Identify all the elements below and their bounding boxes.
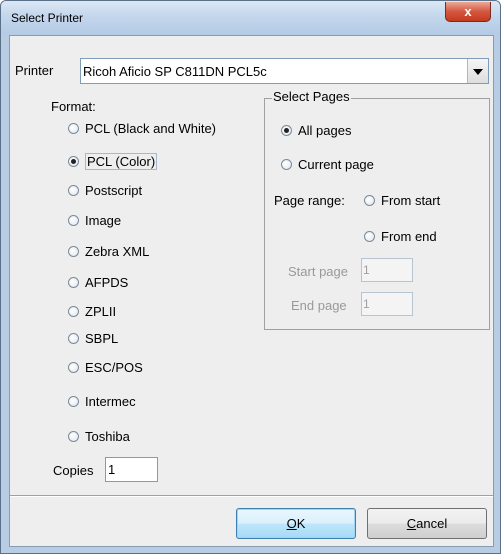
format-option-label: ESC/POS [85, 360, 143, 375]
radio-checked-icon [68, 156, 79, 167]
select-pages-title: Select Pages [272, 89, 351, 104]
cancel-label-rest: ancel [416, 516, 448, 531]
format-label: Format: [51, 99, 96, 114]
format-option-toshiba[interactable]: Toshiba [68, 429, 130, 444]
format-option-pcl-bw[interactable]: PCL (Black and White) [68, 121, 216, 136]
current-page-radio[interactable]: Current page [281, 157, 374, 172]
close-button[interactable]: x [445, 2, 491, 22]
format-option-label: Postscript [85, 183, 143, 198]
ok-button[interactable]: OK [236, 508, 356, 539]
format-option-esc-pos[interactable]: ESC/POS [68, 360, 143, 375]
select-printer-dialog: Select Printer x Printer Ricoh Aficio SP… [0, 0, 501, 554]
radio-unchecked-icon [68, 431, 79, 442]
format-option-label: PCL (Black and White) [85, 121, 217, 136]
radio-unchecked-icon [68, 123, 79, 134]
radio-unchecked-icon [364, 195, 375, 206]
printer-dropdown[interactable]: Ricoh Aficio SP C811DN PCL5c [80, 58, 489, 84]
format-option-label: Intermec [85, 394, 136, 409]
button-separator [10, 495, 493, 497]
dropdown-arrow-button[interactable] [467, 59, 488, 83]
format-option-label: ZPLII [85, 304, 117, 319]
copies-input[interactable]: 1 [105, 457, 158, 482]
ok-label-rest: K [296, 516, 306, 531]
end-page-label: End page [291, 298, 347, 313]
radio-unchecked-icon [68, 362, 79, 373]
radio-unchecked-icon [364, 231, 375, 242]
radio-unchecked-icon [68, 277, 79, 288]
page-range-label: Page range: [274, 193, 345, 208]
radio-unchecked-icon [68, 246, 79, 257]
format-option-image[interactable]: Image [68, 213, 121, 228]
radio-unchecked-icon [68, 185, 79, 196]
from-start-radio[interactable]: From start [364, 193, 440, 208]
format-option-pcl-color[interactable]: PCL (Color) [68, 153, 158, 170]
radio-unchecked-icon [281, 159, 292, 170]
ok-mnemonic: O [286, 516, 297, 531]
radio-unchecked-icon [68, 396, 79, 407]
start-page-label: Start page [288, 264, 348, 279]
format-option-sbpl[interactable]: SBPL [68, 331, 118, 346]
cancel-mnemonic: C [406, 516, 417, 531]
all-pages-radio[interactable]: All pages [281, 123, 351, 138]
format-option-label: SBPL [85, 331, 119, 346]
format-option-zplii[interactable]: ZPLII [68, 304, 116, 319]
radio-unchecked-icon [68, 333, 79, 344]
from-end-radio[interactable]: From end [364, 229, 437, 244]
current-page-label: Current page [298, 157, 374, 172]
format-option-intermec[interactable]: Intermec [68, 394, 136, 409]
radio-unchecked-icon [68, 306, 79, 317]
title-bar: Select Printer x [1, 1, 500, 35]
from-start-label: From start [381, 193, 441, 208]
window-title: Select Printer [11, 11, 84, 25]
printer-label: Printer [15, 63, 54, 78]
format-option-zebra-xml[interactable]: Zebra XML [68, 244, 149, 259]
format-option-postscript[interactable]: Postscript [68, 183, 142, 198]
format-option-afpds[interactable]: AFPDS [68, 275, 128, 290]
format-option-label: Zebra XML [85, 244, 150, 259]
format-option-label: Toshiba [85, 429, 130, 444]
radio-unchecked-icon [68, 215, 79, 226]
format-option-label: AFPDS [85, 275, 129, 290]
printer-selected-value: Ricoh Aficio SP C811DN PCL5c [83, 64, 267, 79]
copies-label: Copies [53, 463, 94, 478]
format-option-label: Image [85, 213, 122, 228]
radio-checked-icon [281, 125, 292, 136]
format-option-label: PCL (Color) [85, 153, 158, 170]
chevron-down-icon [473, 69, 483, 75]
all-pages-label: All pages [298, 123, 352, 138]
end-page-field[interactable]: 1 [361, 292, 413, 316]
from-end-label: From end [381, 229, 437, 244]
dialog-content: Printer Ricoh Aficio SP C811DN PCL5c For… [9, 35, 494, 547]
cancel-button[interactable]: Cancel [367, 508, 487, 539]
start-page-field[interactable]: 1 [361, 258, 413, 282]
